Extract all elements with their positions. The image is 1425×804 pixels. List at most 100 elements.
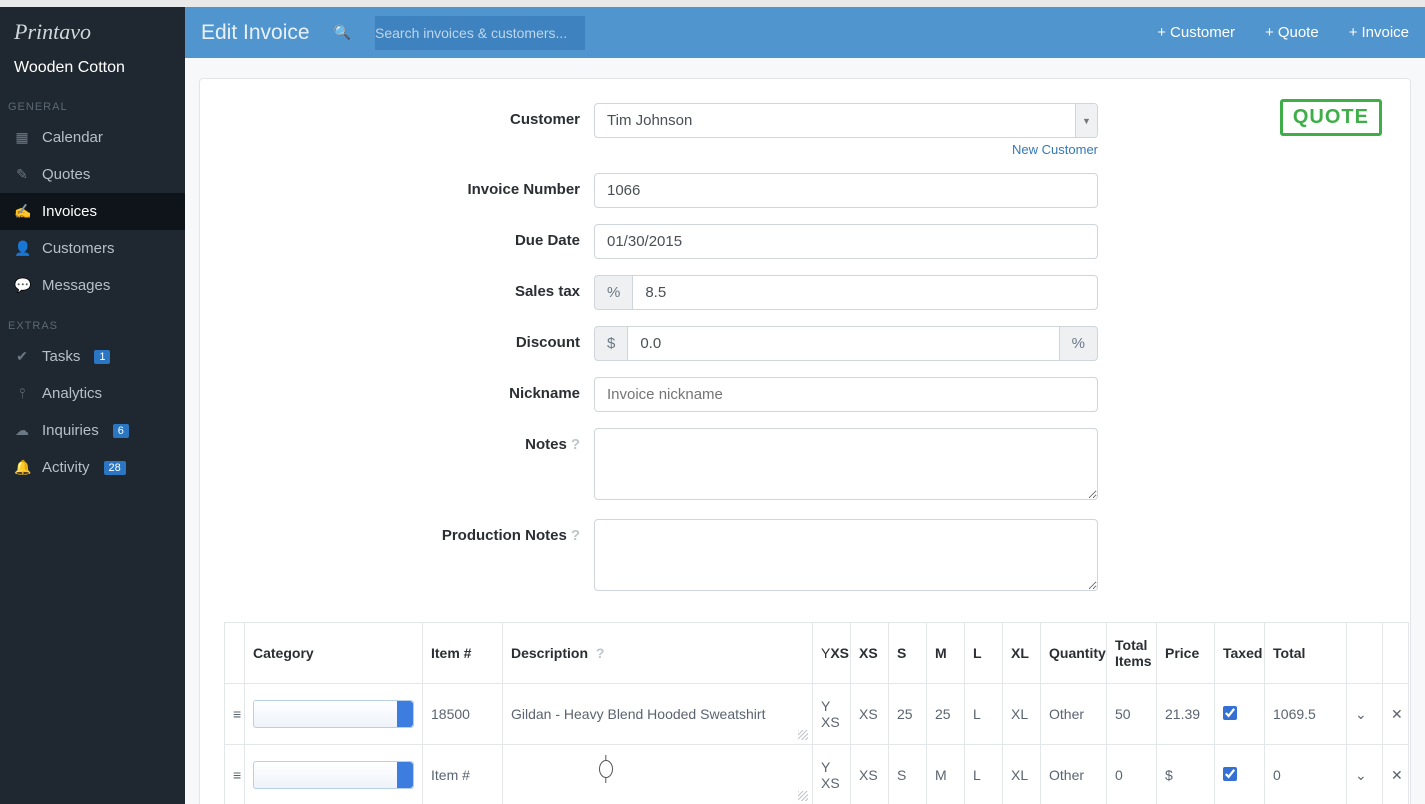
th-l: L [965,623,1003,684]
taxed-checkbox[interactable] [1223,767,1237,781]
delete-row-button[interactable]: ✕ [1383,745,1409,804]
invoice-number-label: Invoice Number [224,173,594,198]
search-input[interactable] [375,16,585,50]
sidebar-item-label: Inquiries [42,422,99,439]
sidebar-item-messages[interactable]: 💬Messages [0,267,185,304]
th-category: Category [245,623,423,684]
plus-icon: + [1349,24,1358,41]
sidebar-item-label: Customers [42,240,115,257]
customer-select[interactable]: Tim Johnson▼ [594,103,1098,138]
sidebar-item-calendar[interactable]: ▦Calendar [0,119,185,156]
sidebar-item-tasks[interactable]: ✔Tasks1 [0,338,185,375]
quantity-cell[interactable]: Other [1041,745,1107,804]
price-cell[interactable]: $ [1157,745,1215,804]
l-cell[interactable]: L [965,684,1003,745]
sidebar-item-inquiries[interactable]: ☁Inquiries6 [0,412,185,449]
th-total-items: Total Items [1107,623,1157,684]
nickname-input[interactable] [594,377,1098,412]
customer-label: Customer [224,103,594,128]
sidebar-item-quotes[interactable]: ✎Quotes [0,156,185,193]
help-icon[interactable]: ? [571,436,580,453]
topbar: Edit Invoice 🔍 +Customer +Quote +Invoice [185,7,1425,58]
drag-handle-icon[interactable]: ≡ [225,745,245,804]
category-select[interactable] [253,700,414,728]
page-title: Edit Invoice [201,21,310,45]
th-total: Total [1265,623,1347,684]
th-item: Item # [423,623,503,684]
price-cell[interactable]: 21.39 [1157,684,1215,745]
sidebar-item-customers[interactable]: 👤Customers [0,230,185,267]
notes-textarea[interactable] [594,428,1098,500]
add-invoice-button[interactable]: +Invoice [1349,24,1409,41]
total-cell: 0 [1265,745,1347,804]
quantity-cell[interactable]: Other [1041,684,1107,745]
production-notes-textarea[interactable] [594,519,1098,591]
edit-icon: ✍ [14,203,30,220]
add-quote-button[interactable]: +Quote [1265,24,1319,41]
nickname-label: Nickname [224,377,594,402]
th-xl: XL [1003,623,1041,684]
sidebar-item-invoices[interactable]: ✍ Invoices [0,193,185,230]
org-name: Wooden Cotton [0,55,185,95]
taxed-checkbox[interactable] [1223,706,1237,720]
yxs-cell[interactable]: Y XS [813,745,851,804]
th-quantity: Quantity [1041,623,1107,684]
category-select[interactable] [253,761,414,789]
help-icon[interactable]: ? [596,645,605,661]
s-cell[interactable]: S [889,745,927,804]
expand-row-button[interactable]: ⌄ [1347,745,1383,804]
table-row: ≡Item #Y XSXSSMLXLOther0$0⌄✕ [225,745,1409,804]
percent-prefix: % [594,275,632,310]
main-content: QUOTE Customer Tim Johnson▼ New Customer… [185,58,1425,804]
calendar-icon: ▦ [14,129,30,146]
sidebar-item-analytics[interactable]: ⫯Analytics [0,375,185,412]
resize-icon[interactable] [798,730,808,740]
add-customer-button[interactable]: +Customer [1157,24,1235,41]
xl-cell[interactable]: XL [1003,684,1041,745]
xs-cell[interactable]: XS [851,745,889,804]
th-description: Description ? [503,623,813,684]
sidebar-item-label: Invoices [42,203,97,220]
help-icon[interactable]: ? [571,527,580,544]
xl-cell[interactable]: XL [1003,745,1041,804]
m-cell[interactable]: 25 [927,684,965,745]
label: Customer [1170,24,1235,41]
s-cell[interactable]: 25 [889,684,927,745]
discount-input[interactable] [627,326,1059,361]
sales-tax-input[interactable] [632,275,1098,310]
sidebar-section-general: GENERAL [0,95,185,119]
drag-handle-icon[interactable]: ≡ [225,684,245,745]
sidebar-section-extras: EXTRAS [0,314,185,338]
item-number-cell[interactable]: 18500 [423,684,503,745]
new-customer-link[interactable]: New Customer [594,142,1098,157]
l-cell[interactable]: L [965,745,1003,804]
badge: 1 [94,350,110,364]
expand-row-button[interactable]: ⌄ [1347,684,1383,745]
invoice-number-input[interactable] [594,173,1098,208]
dollar-prefix: $ [594,326,627,361]
th-m: M [927,623,965,684]
badge: 28 [104,461,126,475]
m-cell[interactable]: M [927,745,965,804]
sidebar-item-activity[interactable]: 🔔Activity28 [0,449,185,486]
yxs-cell[interactable]: Y XS [813,684,851,745]
description-cell[interactable] [503,745,813,804]
taxed-cell[interactable] [1215,745,1265,804]
due-date-label: Due Date [224,224,594,249]
delete-row-button[interactable]: ✕ [1383,684,1409,745]
sidebar-item-label: Activity [42,459,90,476]
percent-suffix: % [1060,326,1098,361]
description-cell[interactable]: Gildan - Heavy Blend Hooded Sweatshirt [503,684,813,745]
production-notes-label: Production Notes? [224,519,594,544]
label: Invoice [1361,24,1409,41]
badge: 6 [113,424,129,438]
th-taxed: Taxed [1215,623,1265,684]
xs-cell[interactable]: XS [851,684,889,745]
sales-tax-label: Sales tax [224,275,594,300]
pencil-icon: ✎ [14,166,30,183]
due-date-input[interactable] [594,224,1098,259]
chat-icon: 💬 [14,277,30,294]
taxed-cell[interactable] [1215,684,1265,745]
item-number-cell[interactable]: Item # [423,745,503,804]
resize-icon[interactable] [798,791,808,801]
